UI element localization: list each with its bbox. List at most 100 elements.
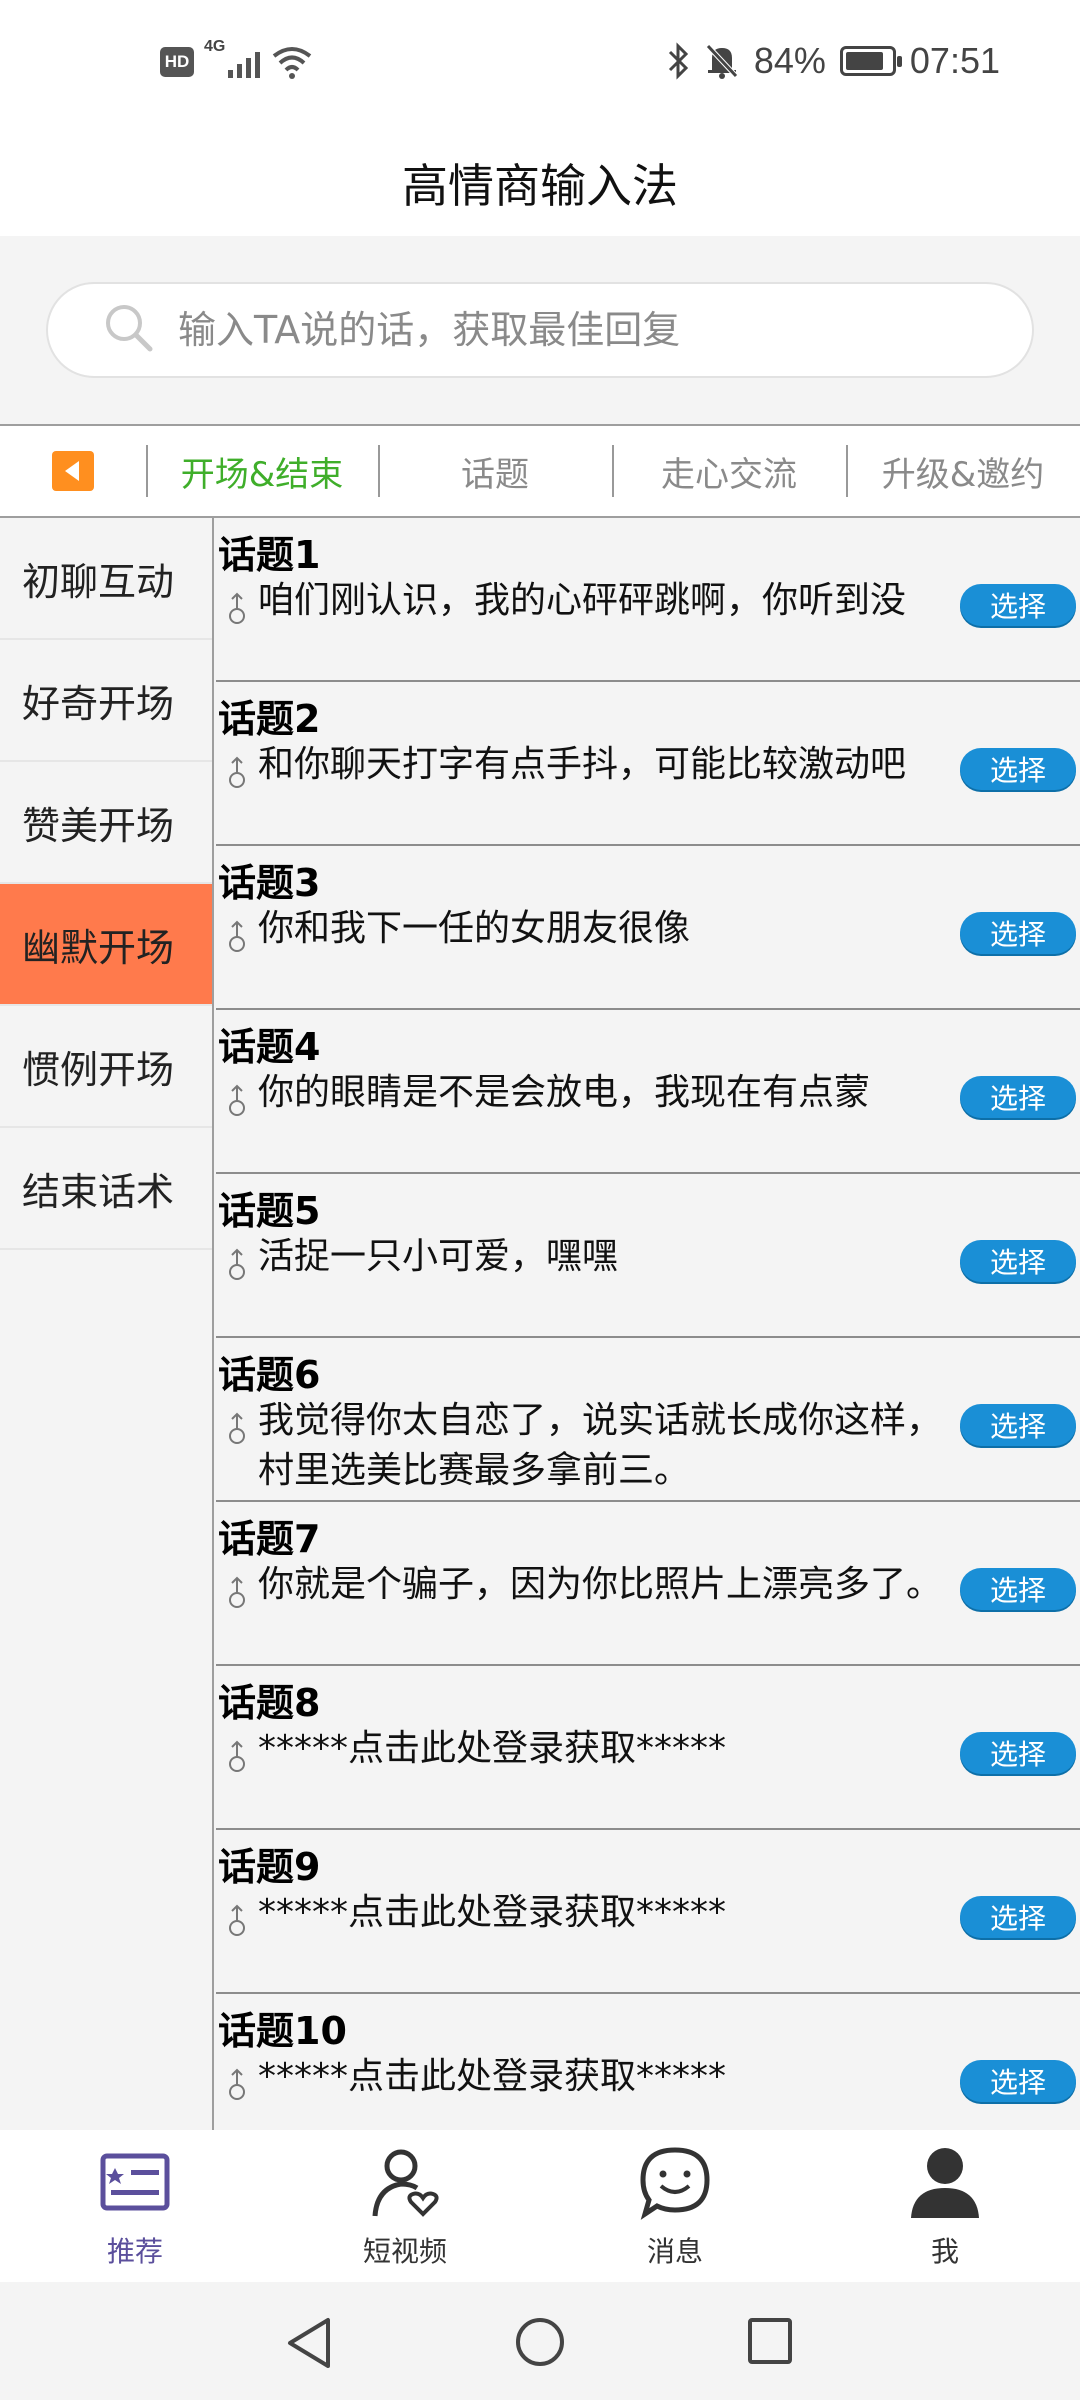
signal-icon: 4G — [204, 38, 260, 80]
network-type: 4G — [204, 38, 226, 55]
tab-topic[interactable]: 话题 — [378, 425, 612, 517]
login-prompt-text[interactable]: *****点击此处登录获取***** — [258, 1724, 958, 1774]
male-icon — [229, 920, 245, 952]
recommend-list-icon — [100, 2153, 170, 2211]
bottom-tab-label: 我 — [930, 2235, 959, 2268]
status-bar: HD 4G 84% 07:51 — [0, 0, 1080, 130]
list-item: 话题5 活捉一只小可爱，嘿嘿 选择 — [216, 1174, 1080, 1338]
tab-back[interactable] — [0, 425, 146, 517]
select-button[interactable]: 选择 — [960, 1732, 1076, 1774]
select-button[interactable]: 选择 — [960, 912, 1076, 954]
login-prompt-text[interactable]: *****点击此处登录获取***** — [258, 1888, 958, 1938]
list-item: 话题3 你和我下一任的女朋友很像 选择 — [216, 846, 1080, 1010]
select-button[interactable]: 选择 — [960, 2060, 1076, 2102]
list-item: 话题2 和你聊天打字有点手抖，可能比较激动吧 选择 — [216, 682, 1080, 846]
bluetooth-icon — [668, 42, 688, 80]
topic-title: 话题5 — [218, 1189, 321, 1233]
sidebar-item-humor-opening[interactable]: 幽默开场 — [0, 884, 212, 1006]
list-item: 话题8 *****点击此处登录获取***** 选择 — [216, 1666, 1080, 1830]
topic-title: 话题6 — [218, 1353, 321, 1397]
list-item: 话题7 你就是个骗子，因为你比照片上漂亮多了。 选择 — [216, 1502, 1080, 1666]
user-profile-icon — [911, 2148, 979, 2218]
list-item: 话题4 你的眼睛是不是会放电，我现在有点蒙 选择 — [216, 1010, 1080, 1174]
tab-heart-talk[interactable]: 走心交流 — [612, 425, 846, 517]
topic-title: 话题9 — [218, 1845, 321, 1889]
bottom-tab-bar: 推荐 短视频 消息 我 — [0, 2130, 1080, 2282]
login-prompt-text[interactable]: *****点击此处登录获取***** — [258, 2052, 958, 2102]
male-icon — [229, 1576, 245, 1608]
select-button[interactable]: 选择 — [960, 748, 1076, 790]
status-left: HD 4G — [160, 38, 314, 80]
sidebar-item-first-chat[interactable]: 初聊互动 — [0, 518, 212, 640]
list-item: 话题9 *****点击此处登录获取***** 选择 — [216, 1830, 1080, 1994]
bottom-tab-label: 短视频 — [362, 2235, 447, 2268]
select-button[interactable]: 选择 — [960, 1896, 1076, 1938]
male-icon — [229, 756, 245, 788]
bottom-tab-messages[interactable]: 消息 — [540, 2130, 810, 2282]
back-button[interactable] — [52, 451, 94, 491]
battery-icon — [839, 46, 902, 76]
select-button[interactable]: 选择 — [960, 1404, 1076, 1446]
select-button[interactable]: 选择 — [960, 1568, 1076, 1610]
bell-muted-icon — [706, 44, 738, 79]
search-area — [0, 236, 1080, 426]
hd-badge-icon: HD — [160, 47, 194, 77]
search-icon — [106, 305, 153, 352]
battery-percent: 84% — [753, 40, 826, 81]
system-nav-bar — [0, 2282, 1080, 2400]
sidebar-item-closing-lines[interactable]: 结束话术 — [0, 1128, 212, 1250]
sidebar-item-praise-opening[interactable]: 赞美开场 — [0, 762, 212, 884]
topic-text[interactable]: 我觉得你太自恋了，说实话就长成你这样，村里选美比赛最多拿前三。 — [258, 1396, 958, 1496]
topic-text[interactable]: 活捉一只小可爱，嘿嘿 — [258, 1232, 958, 1282]
topic-text[interactable]: 你的眼睛是不是会放电，我现在有点蒙 — [258, 1068, 958, 1118]
topic-text[interactable]: 你就是个骗子，因为你比照片上漂亮多了。 — [258, 1560, 958, 1610]
male-icon — [229, 1412, 245, 1444]
topic-title: 话题7 — [218, 1517, 321, 1561]
list-item: 话题6 我觉得你太自恋了，说实话就长成你这样，村里选美比赛最多拿前三。 选择 — [216, 1338, 1080, 1502]
bottom-tab-label: 消息 — [646, 2235, 703, 2268]
bottom-tab-short-video[interactable]: 短视频 — [270, 2130, 540, 2282]
page-title: 高情商输入法 — [0, 130, 1080, 236]
bottom-tab-label: 推荐 — [106, 2235, 163, 2268]
status-right: 84% 07:51 — [666, 40, 1000, 82]
tab-opening-closing[interactable]: 开场&结束 — [146, 425, 378, 517]
topic-title: 话题10 — [218, 2009, 347, 2053]
person-heart-icon — [372, 2149, 439, 2217]
sidebar-item-curious-opening[interactable]: 好奇开场 — [0, 640, 212, 762]
male-icon — [229, 2068, 245, 2100]
topic-title: 话题3 — [218, 861, 321, 905]
bottom-tab-recommend[interactable]: 推荐 — [0, 2130, 270, 2282]
list-item: 话题10 *****点击此处登录获取***** 选择 — [216, 1994, 1080, 2130]
clock: 07:51 — [909, 40, 1000, 81]
sidebar: 初聊互动 好奇开场 赞美开场 幽默开场 惯例开场 结束话术 — [0, 518, 214, 2130]
nav-home-icon[interactable] — [514, 2316, 566, 2368]
chat-bubble-icon — [640, 2147, 710, 2220]
sidebar-item-routine-opening[interactable]: 惯例开场 — [0, 1006, 212, 1128]
list-item: 话题1 咱们刚认识，我的心砰砰跳啊，你听到没 选择 — [216, 518, 1080, 682]
topic-text[interactable]: 咱们刚认识，我的心砰砰跳啊，你听到没 — [258, 576, 958, 626]
topic-title: 话题8 — [218, 1681, 321, 1725]
male-icon — [229, 1904, 245, 1936]
nav-recents-icon[interactable] — [746, 2316, 794, 2366]
tab-upgrade-invite[interactable]: 升级&邀约 — [846, 425, 1080, 517]
male-icon — [229, 1248, 245, 1280]
search-input[interactable] — [176, 307, 980, 353]
wifi-icon — [272, 47, 312, 79]
topic-text[interactable]: 和你聊天打字有点手抖，可能比较激动吧 — [258, 740, 958, 790]
select-button[interactable]: 选择 — [960, 1076, 1076, 1118]
category-tabs: 开场&结束 话题 走心交流 升级&邀约 — [0, 426, 1080, 518]
search-box[interactable] — [46, 282, 1034, 378]
select-button[interactable]: 选择 — [960, 1240, 1076, 1282]
battery-fill — [845, 52, 883, 70]
topic-title: 话题4 — [218, 1025, 321, 1069]
male-icon — [229, 592, 245, 624]
topic-list: 话题1 咱们刚认识，我的心砰砰跳啊，你听到没 选择 话题2 和你聊天打字有点手抖… — [216, 518, 1080, 2130]
nav-back-icon[interactable] — [284, 2316, 334, 2370]
bottom-tab-me[interactable]: 我 — [810, 2130, 1080, 2282]
select-button[interactable]: 选择 — [960, 584, 1076, 626]
triangle-left-icon — [65, 461, 79, 481]
male-icon — [229, 1084, 245, 1116]
topic-title: 话题1 — [218, 533, 321, 577]
topic-text[interactable]: 你和我下一任的女朋友很像 — [258, 904, 958, 954]
topic-title: 话题2 — [218, 697, 321, 741]
